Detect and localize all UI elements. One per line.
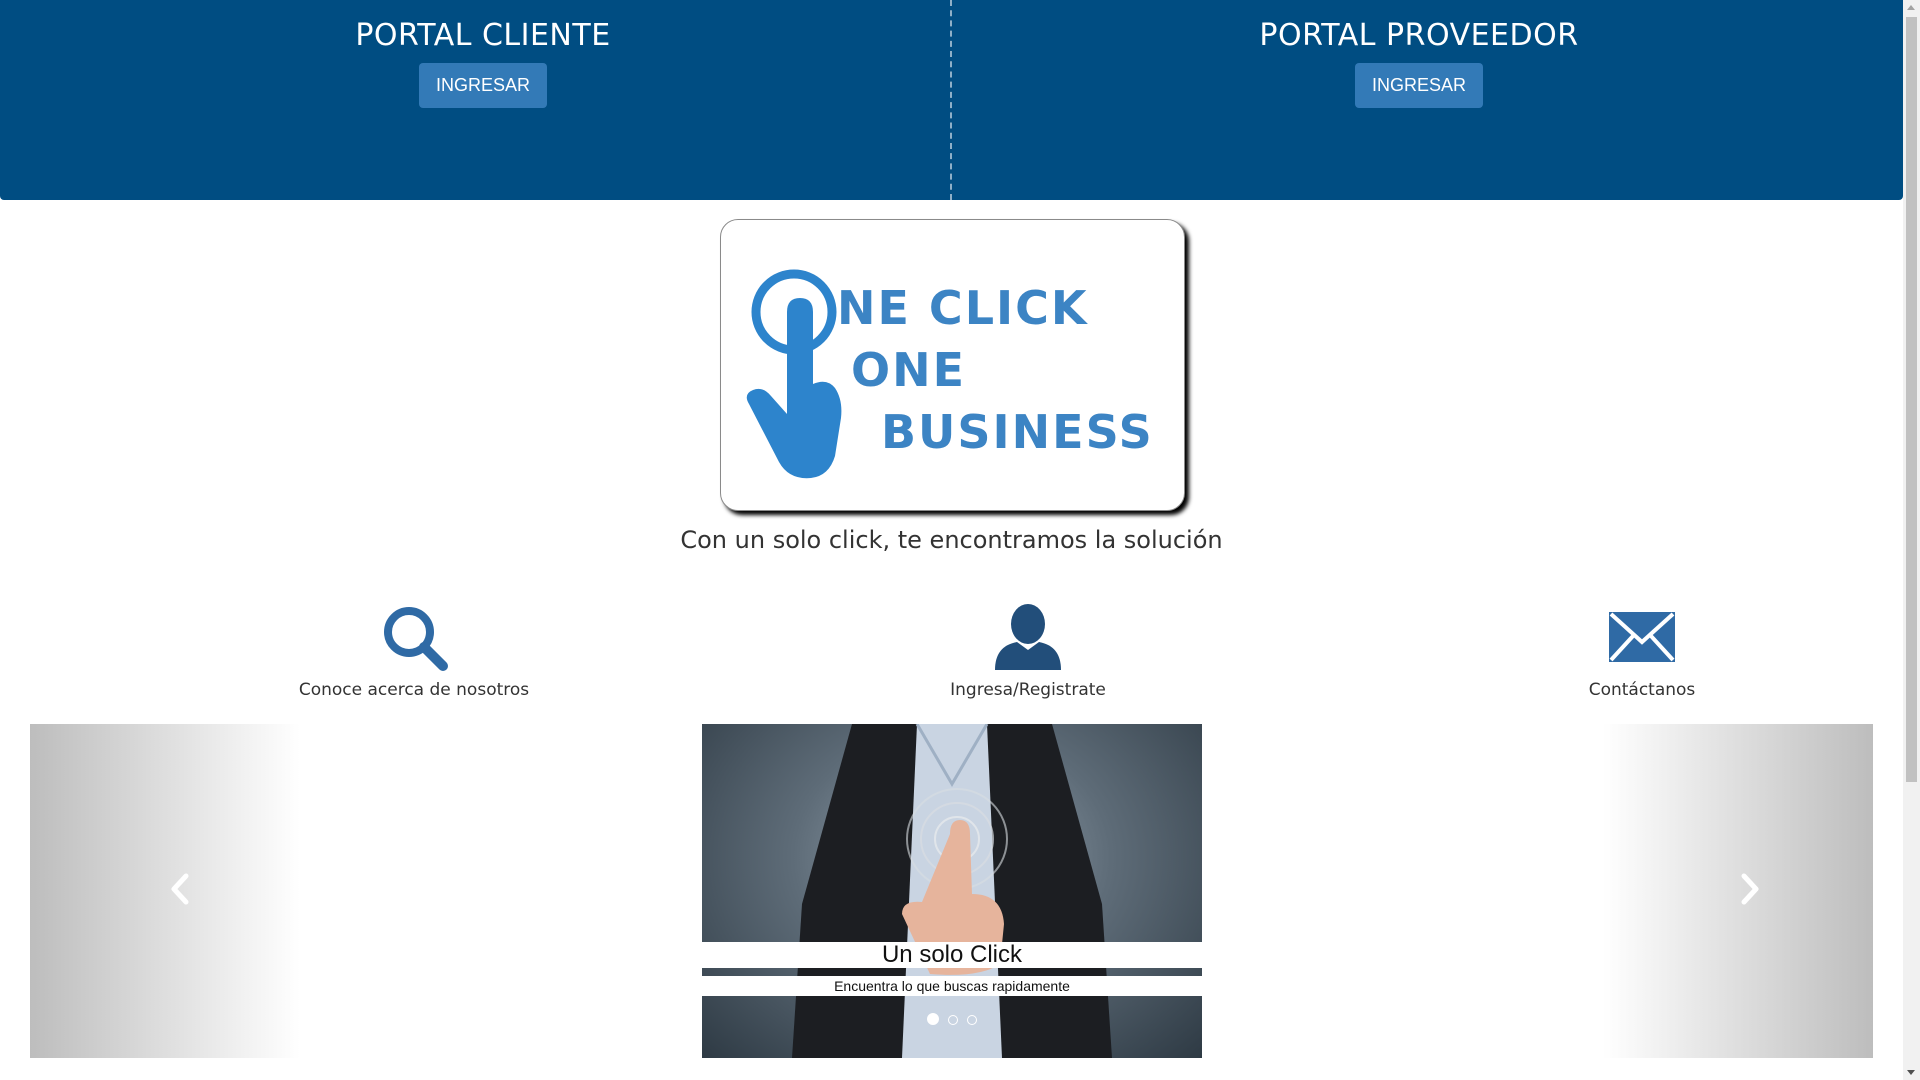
slide-image: [792, 724, 1112, 1058]
client-login-button[interactable]: INGRESAR: [418, 63, 548, 108]
portal-banner: PORTAL CLIENTE INGRESAR PORTAL PROVEEDOR…: [0, 0, 1903, 200]
provider-login-button[interactable]: INGRESAR: [1354, 63, 1484, 108]
slide-caption-text: Encuentra lo que buscas rapidamente: [702, 976, 1202, 996]
client-portal-title: PORTAL CLIENTE: [355, 18, 611, 53]
page-scrollbar[interactable]: [1903, 0, 1920, 1080]
banner-divider: [950, 0, 952, 200]
chevron-right-icon[interactable]: [1730, 864, 1770, 914]
feature-contact[interactable]: Contáctanos: [1492, 602, 1792, 700]
envelope-icon: [1609, 612, 1675, 662]
scroll-down-arrow-icon[interactable]: [1907, 1070, 1915, 1075]
page: PORTAL CLIENTE INGRESAR PORTAL PROVEEDOR…: [0, 0, 1903, 1080]
logo-line-3: BUSINESS: [881, 405, 1154, 459]
search-icon: [384, 607, 448, 671]
logo-line-1: NE CLICK: [837, 281, 1089, 335]
feature-about-label[interactable]: Conoce acerca de nosotros: [264, 680, 564, 700]
client-portal: PORTAL CLIENTE INGRESAR: [203, 18, 763, 108]
logo: NE CLICK ONE BUSINESS: [720, 219, 1185, 511]
slide-caption-title: Un solo Click: [702, 942, 1202, 968]
feature-login-register[interactable]: Ingresa/Registrate: [878, 602, 1178, 700]
tagline: Con un solo click, te encontramos la sol…: [680, 526, 1223, 554]
feature-contact-label[interactable]: Contáctanos: [1492, 680, 1792, 700]
user-icon: [995, 604, 1061, 670]
feature-login-register-label[interactable]: Ingresa/Registrate: [878, 680, 1178, 700]
carousel-indicator-1[interactable]: [926, 1013, 939, 1025]
carousel: Un solo Click Encuentra lo que buscas ra…: [30, 724, 1873, 1058]
chevron-left-icon[interactable]: [160, 864, 200, 914]
carousel-indicators: [702, 1010, 1202, 1029]
carousel-slide: Un solo Click Encuentra lo que buscas ra…: [702, 724, 1202, 1058]
provider-portal: PORTAL PROVEEDOR INGRESAR: [1139, 18, 1699, 108]
carousel-indicator-2[interactable]: [948, 1015, 958, 1025]
pointing-hand-icon: [746, 269, 842, 479]
carousel-indicator-3[interactable]: [967, 1015, 978, 1025]
scroll-up-arrow-icon[interactable]: [1907, 5, 1915, 10]
logo-line-2: ONE: [851, 343, 966, 397]
provider-portal-title: PORTAL PROVEEDOR: [1259, 18, 1579, 53]
scroll-thumb[interactable]: [1906, 17, 1917, 782]
feature-about[interactable]: Conoce acerca de nosotros: [264, 602, 564, 700]
